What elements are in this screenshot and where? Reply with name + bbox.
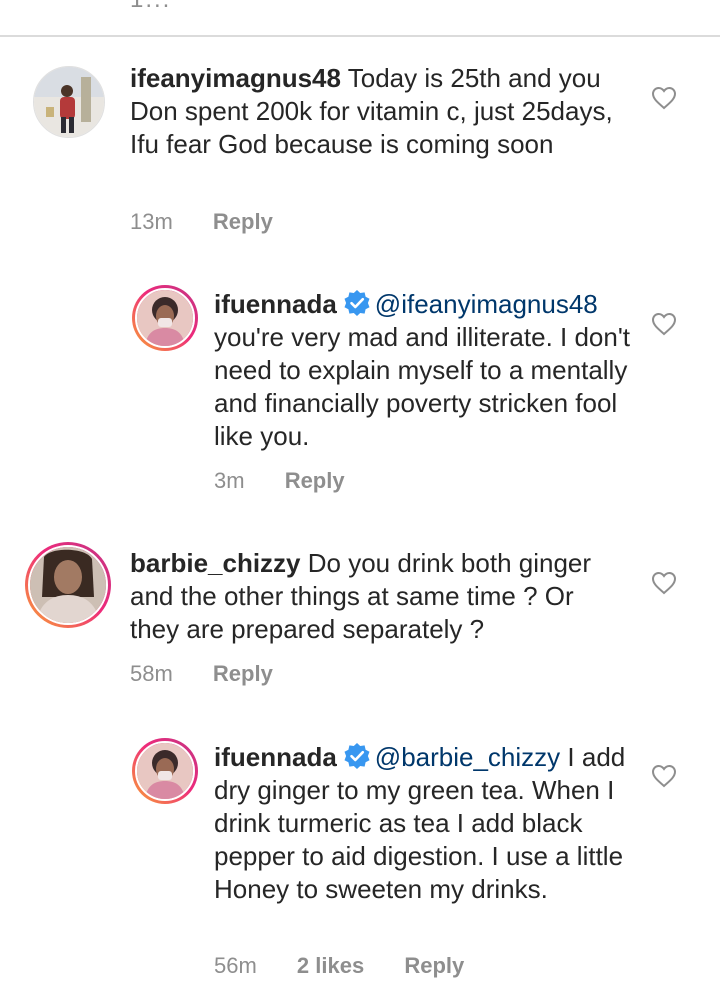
avatar-photo xyxy=(137,743,193,799)
truncated-previous-comment: 1... xyxy=(130,0,170,13)
heart-outline-icon[interactable] xyxy=(651,764,677,788)
username[interactable]: ifuennada xyxy=(214,289,337,319)
timestamp: 56m xyxy=(214,953,257,978)
heart-outline-icon[interactable] xyxy=(651,86,677,110)
comments-page: 1... ifeanyimagnus48 Today is 25th and y… xyxy=(0,0,720,990)
mention-link[interactable]: @ifeanyimagnus48 xyxy=(375,289,598,319)
username[interactable]: barbie_chizzy xyxy=(130,548,301,578)
reply-button[interactable]: Reply xyxy=(285,468,345,493)
comment-body: barbie_chizzy Do you drink both ginger a… xyxy=(130,547,630,646)
avatar[interactable] xyxy=(33,66,105,138)
comment-meta: 13m Reply xyxy=(130,209,307,235)
comment-body: ifeanyimagnus48 Today is 25th and you Do… xyxy=(130,62,630,161)
comment-body: ifuennada @ifeanyimagnus48 you're very ma… xyxy=(214,288,634,453)
verified-badge-icon xyxy=(344,743,370,769)
avatar-story-ring[interactable] xyxy=(132,738,198,804)
verified-badge-icon xyxy=(344,290,370,316)
comment-meta: 3m Reply xyxy=(214,468,379,494)
comment-body: ifuennada @barbie_chizzy I add dry ginger… xyxy=(214,741,634,906)
heart-outline-icon[interactable] xyxy=(651,571,677,595)
avatar-photo xyxy=(34,67,104,137)
comment-text: you're very mad and illiterate. I don't … xyxy=(214,322,631,451)
username[interactable]: ifuennada xyxy=(214,742,337,772)
reply-button[interactable]: Reply xyxy=(404,953,464,978)
avatar xyxy=(135,288,195,348)
avatar xyxy=(28,545,108,625)
avatar-photo xyxy=(137,290,193,346)
heart-outline-icon[interactable] xyxy=(651,312,677,336)
avatar-photo xyxy=(30,547,106,623)
likes-count[interactable]: 2 likes xyxy=(297,953,364,978)
timestamp: 58m xyxy=(130,661,173,686)
avatar-story-ring[interactable] xyxy=(132,285,198,351)
avatar xyxy=(135,741,195,801)
reply-button[interactable]: Reply xyxy=(213,209,273,234)
timestamp: 3m xyxy=(214,468,245,493)
comment-meta: 58m Reply xyxy=(130,661,307,687)
reply-button[interactable]: Reply xyxy=(213,661,273,686)
mention-link[interactable]: @barbie_chizzy xyxy=(375,742,560,772)
username[interactable]: ifeanyimagnus48 xyxy=(130,63,341,93)
truncated-text: 1... xyxy=(130,0,171,13)
divider xyxy=(0,35,720,37)
avatar-story-ring[interactable] xyxy=(25,542,111,628)
timestamp: 13m xyxy=(130,209,173,234)
comment-meta: 56m 2 likes Reply xyxy=(214,953,498,979)
